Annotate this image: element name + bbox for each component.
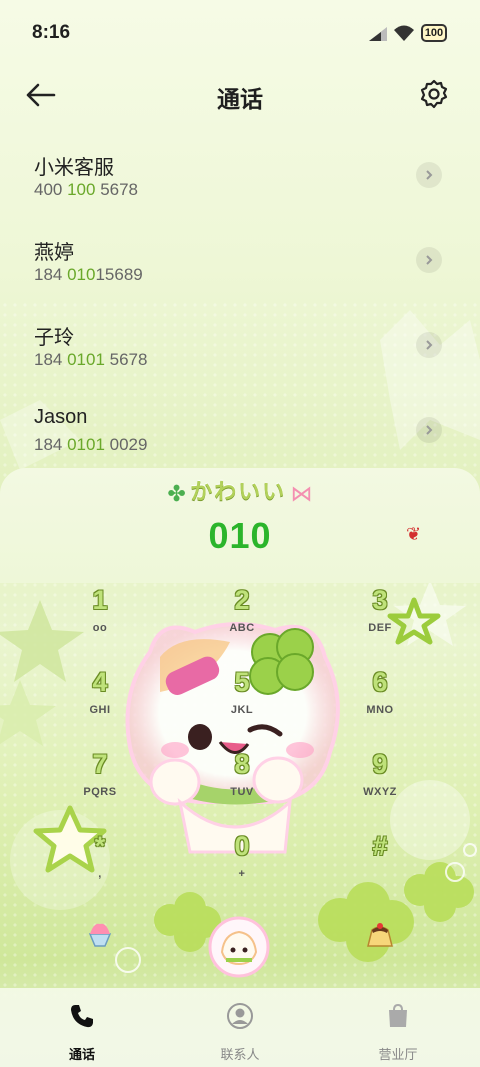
call-item[interactable]: 小米客服 400 100 5678 xyxy=(0,140,480,225)
contact-number: 400 100 5678 xyxy=(34,180,139,199)
call-item[interactable]: 燕婷 184 01015689 xyxy=(0,225,480,310)
key-0[interactable]: 0 + xyxy=(182,829,302,901)
recent-calls-list: 小米客服 400 100 5678 燕婷 184 01015689 子玲 184… xyxy=(0,140,480,480)
key-9[interactable]: 9 WXYZ xyxy=(320,747,440,819)
page-title: 通话 xyxy=(217,86,263,112)
phone-icon xyxy=(71,1005,93,1028)
key-1[interactable]: 1 oo xyxy=(40,583,160,655)
status-time: 8:16 xyxy=(32,22,71,43)
call-button[interactable] xyxy=(208,916,270,978)
battery-icon: 100 xyxy=(421,24,447,42)
theme-banner: ✤ かわいい ⋈ xyxy=(0,474,480,507)
nav-tab-service-hall[interactable]: 营业厅 xyxy=(338,1000,458,1062)
key-3[interactable]: 3 DEF xyxy=(320,583,440,655)
bag-icon xyxy=(389,1003,407,1027)
gear-icon[interactable] xyxy=(418,78,450,110)
contact-name: Jason xyxy=(34,406,88,428)
voicemail-icon: oo xyxy=(92,622,108,634)
nav-label: 联系人 xyxy=(220,1047,260,1062)
key-star[interactable]: * , xyxy=(40,829,160,901)
contact-name: 小米客服 xyxy=(34,157,114,179)
key-8[interactable]: 8 TUV xyxy=(182,747,302,819)
contact-name: 燕婷 xyxy=(34,242,74,264)
pudding-icon[interactable] xyxy=(364,922,396,950)
nav-tab-contacts[interactable]: 联系人 xyxy=(180,1000,300,1062)
status-bar: 8:16 100 xyxy=(0,0,480,64)
wifi-icon xyxy=(394,25,414,41)
nav-label: 营业厅 xyxy=(378,1047,418,1062)
shaved-ice-icon[interactable] xyxy=(84,918,116,950)
dialer-display: ✤ かわいい ⋈ 010 ❦ xyxy=(0,468,480,583)
key-4[interactable]: 4 GHI xyxy=(40,665,160,737)
banner-text: かわいい xyxy=(190,479,287,504)
contact-number: 184 01015689 xyxy=(34,265,143,284)
bow-icon: ⋈ xyxy=(290,481,313,506)
key-2[interactable]: 2 ABC xyxy=(182,583,302,655)
chevron-right-icon[interactable] xyxy=(416,332,442,358)
chevron-right-icon[interactable] xyxy=(416,247,442,273)
call-item[interactable]: 子玲 184 0101 5678 xyxy=(0,310,480,395)
person-icon xyxy=(227,1003,253,1029)
dial-keypad: 1 oo 2 ABC 3 DEF 4 GHI 5 JKL 6 MNO 7 PQR… xyxy=(0,583,480,883)
key-6[interactable]: 6 MNO xyxy=(320,665,440,737)
signal-icon xyxy=(369,27,387,41)
nav-label: 通话 xyxy=(68,1047,95,1062)
key-7[interactable]: 7 PQRS xyxy=(40,747,160,819)
contact-number: 184 0101 0029 xyxy=(34,435,148,454)
nav-tab-calls[interactable]: 通话 xyxy=(22,1000,142,1062)
top-bar: 通话 xyxy=(0,64,480,124)
chevron-right-icon[interactable] xyxy=(416,162,442,188)
key-5[interactable]: 5 JKL xyxy=(182,665,302,737)
clover-icon: ✤ xyxy=(167,481,186,506)
contact-number: 184 0101 5678 xyxy=(34,350,148,369)
key-hash[interactable]: # xyxy=(320,829,440,901)
bottom-navigation: 通话 联系人 营业厅 xyxy=(0,988,480,1067)
chevron-right-icon[interactable] xyxy=(416,417,442,443)
cherry-icon: ❦ xyxy=(406,524,422,544)
contact-name: 子玲 xyxy=(34,327,74,349)
